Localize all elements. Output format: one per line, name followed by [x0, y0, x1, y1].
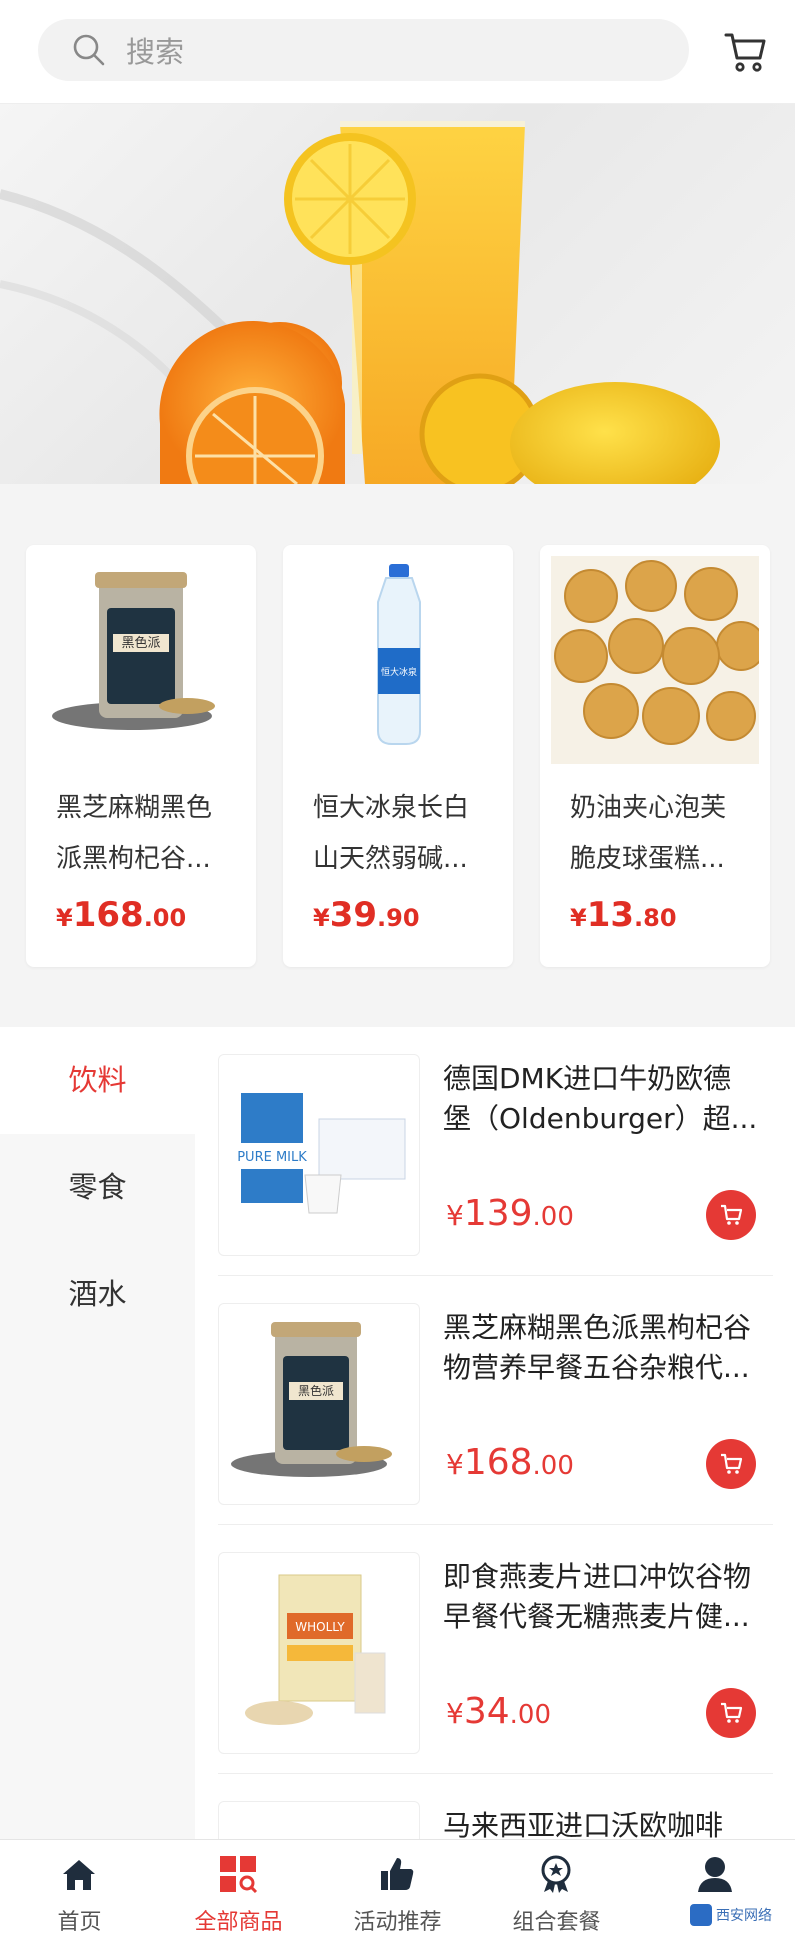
banner-juice-image [0, 121, 720, 484]
watermark-text: 西安网络 [716, 1908, 772, 1924]
add-to-cart-button[interactable] [706, 1439, 756, 1489]
category-section: 饮料 零食 酒水 PURE MILK 德国DMK进口牛奶欧德 堡（Oldenbu… [0, 1027, 795, 1945]
product-title: 德国DMK进口牛奶欧德 堡（Oldenburger）超... [443, 1062, 758, 1135]
product-image: WHOLLY [218, 1552, 420, 1754]
featured-card[interactable]: 恒大冰泉 恒大冰泉长白 山天然弱碱... ¥39.90 [283, 545, 513, 967]
promo-banner[interactable] [0, 104, 795, 484]
svg-text:PURE MILK: PURE MILK [237, 1150, 307, 1165]
product-image [551, 556, 759, 764]
product-image: 黑色派 [218, 1303, 420, 1505]
thumbs-up-icon [381, 1858, 414, 1890]
svg-text:黑色派: 黑色派 [121, 635, 160, 651]
product-price: ¥34.00 [446, 1691, 551, 1732]
tab-label: 首页 [57, 1910, 102, 1935]
tab-label: 活动推荐 [353, 1910, 442, 1935]
category-item-liquor[interactable]: 酒水 [0, 1241, 195, 1348]
product-image: 黑色派 [52, 572, 215, 730]
product-name: 奶油夹心泡芙 脆皮球蛋糕... [570, 793, 727, 874]
featured-card[interactable]: 黑色派 黑芝麻糊黑色 派黑枸杞谷... ¥168.00 [26, 545, 256, 967]
category-item-drinks[interactable]: 饮料 [0, 1027, 195, 1134]
product-price: ¥168.00 [56, 895, 187, 935]
shopping-cart-icon[interactable] [722, 27, 770, 75]
add-to-cart-button[interactable] [706, 1190, 756, 1240]
all-goods-icon [220, 1856, 258, 1894]
site-watermark: 西安网络 [690, 1904, 772, 1926]
user-icon [698, 1857, 732, 1892]
tab-promotions[interactable]: 活动推荐 [318, 1840, 477, 1945]
tab-profile[interactable] [636, 1840, 795, 1945]
product-list-item[interactable]: 黑色派 黑芝麻糊黑色派黑枸杞谷 物营养早餐五谷杂粮代... ¥168.00 [218, 1276, 773, 1525]
product-price: ¥168.00 [446, 1442, 574, 1483]
product-price: ¥13.80 [570, 895, 677, 935]
add-cart-icon [721, 1702, 743, 1723]
product-price: ¥139.00 [446, 1193, 574, 1234]
svg-text:黑色派: 黑色派 [298, 1384, 334, 1398]
category-sidebar: 饮料 零食 酒水 [0, 1027, 195, 1839]
product-name: 恒大冰泉长白 山天然弱碱... [313, 793, 470, 874]
section-gap [0, 1005, 795, 1027]
bottom-tab-bar: 首页 全部商品 活动推荐 组合套餐 [0, 1839, 795, 1945]
home-icon [63, 1860, 95, 1890]
svg-text:恒大冰泉: 恒大冰泉 [381, 666, 417, 678]
tab-label: 组合套餐 [512, 1910, 601, 1935]
search-icon [73, 34, 105, 66]
add-to-cart-button[interactable] [706, 1688, 756, 1738]
product-image: PURE MILK [218, 1054, 420, 1256]
product-image: 恒大冰泉 [377, 564, 421, 745]
featured-products: 黑色派 黑芝麻糊黑色 派黑枸杞谷... ¥168.00 恒大冰泉 恒大冰泉长白 … [0, 508, 795, 1005]
product-name: 黑芝麻糊黑色 派黑枸杞谷... [56, 793, 213, 874]
tab-label: 全部商品 [194, 1910, 283, 1935]
add-cart-icon [721, 1204, 743, 1225]
svg-text:WHOLLY: WHOLLY [295, 1620, 345, 1634]
section-gap [0, 484, 795, 508]
product-list-item[interactable]: PURE MILK 德国DMK进口牛奶欧德 堡（Oldenburger）超...… [218, 1027, 773, 1276]
add-cart-icon [721, 1453, 743, 1474]
tab-home[interactable]: 首页 [0, 1840, 159, 1945]
featured-card[interactable]: 奶油夹心泡芙 脆皮球蛋糕... ¥13.80 [540, 545, 770, 967]
product-title: 即食燕麦片进口冲饮谷物 早餐代餐无糖燕麦片健... [443, 1560, 752, 1633]
search-placeholder: 搜索 [126, 35, 185, 69]
product-list-item[interactable]: WHOLLY 即食燕麦片进口冲饮谷物 早餐代餐无糖燕麦片健... ¥34.00 [218, 1525, 773, 1774]
header: 搜索 [0, 0, 795, 104]
award-icon [541, 1855, 571, 1893]
category-item-snacks[interactable]: 零食 [0, 1134, 195, 1241]
tab-all-goods[interactable]: 全部商品 [159, 1840, 318, 1945]
search-input[interactable]: 搜索 [38, 19, 689, 81]
watermark-logo-icon [690, 1904, 712, 1926]
product-price: ¥39.90 [313, 895, 420, 935]
tab-combo[interactable]: 组合套餐 [477, 1840, 636, 1945]
product-title: 黑芝麻糊黑色派黑枸杞谷 物营养早餐五谷杂粮代... [443, 1311, 752, 1384]
